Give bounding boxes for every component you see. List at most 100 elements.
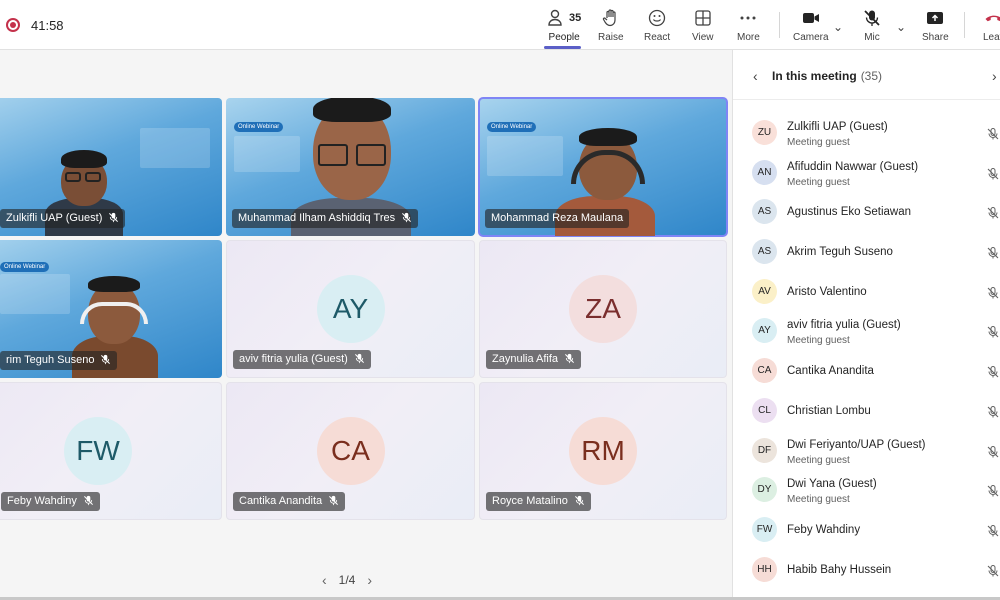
meeting-timer: 41:58	[31, 18, 64, 33]
avatar-tile[interactable]: AY aviv fitria yulia (Guest)	[226, 240, 475, 378]
video-tile[interactable]: Online Webinar Muhammad Ilham Ashiddiq T…	[226, 98, 475, 236]
video-tile[interactable]: Online Webinar rim Teguh Suseno	[0, 240, 222, 378]
avatar-tile[interactable]: CA Cantika Anandita	[226, 382, 475, 520]
participant-nametag: Zulkifli UAP (Guest)	[0, 209, 126, 228]
participant-nametag: aviv fitria yulia (Guest)	[233, 350, 371, 369]
mic-off-icon	[354, 353, 364, 364]
mic-off-icon	[986, 167, 1000, 181]
mic-off-icon	[986, 206, 1000, 220]
participants-panel: ‹ In this meeting (35) › ZU Zulkifli UAP (…	[732, 50, 1000, 600]
participant-list-item[interactable]: AS Akrim Teguh Suseno	[733, 233, 1000, 273]
mic-off-icon	[101, 354, 111, 365]
participant-list-item[interactable]: DY Dwi Yana (Guest) Meeting guest	[733, 471, 1000, 511]
video-tile[interactable]: Zulkifli UAP (Guest)	[0, 98, 222, 236]
mic-button[interactable]: Mic	[862, 8, 882, 46]
avatar-tile[interactable]: FW Feby Wahdiny	[0, 382, 222, 520]
mic-off-icon	[986, 445, 1000, 459]
camera-label: Camera	[793, 32, 829, 43]
avatar: AY	[316, 275, 385, 343]
participant-name: Agustinus Eko Setiawan	[787, 206, 912, 219]
view-button[interactable]: View	[692, 8, 714, 46]
hang-up-icon	[985, 15, 1000, 22]
page-indicator: 1/4	[338, 573, 356, 587]
mic-off-icon	[109, 212, 119, 223]
forward-chevron-right-icon[interactable]: ›	[992, 68, 997, 84]
people-tab-indicator	[544, 46, 581, 49]
participant-name: Muhammad Ilham Ashiddiq Tres	[238, 212, 396, 224]
avatar-tile[interactable]: RM Royce Matalino	[479, 382, 727, 520]
participant-nametag: Mohammad Reza Maulana	[485, 209, 630, 228]
previous-page-chevron-left-icon[interactable]: ‹	[322, 572, 327, 588]
slide-badge: Online Webinar	[0, 262, 50, 272]
avatar-tile[interactable]: ZA Zaynulia Afifa	[479, 240, 727, 378]
participant-name: Feby Wahdiny	[7, 495, 77, 507]
participant-list-item[interactable]: CL Christian Lombu	[733, 392, 1000, 432]
participant-name: rim Teguh Suseno	[6, 354, 95, 366]
participant-list-item[interactable]: FW Feby Wahdiny	[733, 511, 1000, 551]
participant-name: Dwi Feriyanto/UAP (Guest)	[787, 438, 926, 451]
panel-participant-count: (35)	[860, 69, 883, 83]
participant-name: Cantika Anandita	[239, 495, 323, 507]
camera-options-chevron-down-icon[interactable]: ⌄	[833, 20, 843, 34]
participant-list-item[interactable]: AV Aristo Valentino	[733, 273, 1000, 313]
participant-nametag: Zaynulia Afifa	[486, 350, 582, 369]
mic-off-icon	[402, 212, 412, 223]
grid-view-icon	[695, 10, 711, 26]
participant-name: Feby Wahdiny	[787, 523, 861, 536]
hand-icon	[602, 9, 616, 27]
participant-list-item[interactable]: DF Dwi Feriyanto/UAP (Guest) Meeting guest	[733, 432, 1000, 472]
participant-role: Meeting guest	[787, 137, 850, 148]
slide-text-block	[234, 136, 300, 172]
participant-name: Cantika Anandita	[787, 365, 874, 378]
participant-role: Meeting guest	[787, 454, 850, 466]
participant-name: Afifuddin Nawwar (Guest)	[787, 160, 919, 173]
raise-hand-button[interactable]: Raise	[598, 8, 624, 46]
participant-name: Aristo Valentino	[787, 285, 867, 298]
leave-button[interactable]: Leave	[980, 8, 1000, 46]
participant-list-item[interactable]: CA Cantika Anandita	[733, 352, 1000, 392]
participant-list-item[interactable]: ZU Zulkifli UAP (Guest) Meeting guest	[733, 114, 1000, 154]
slide-text-block	[140, 128, 210, 168]
next-page-chevron-right-icon[interactable]: ›	[367, 572, 372, 588]
more-button[interactable]: More	[737, 8, 760, 46]
people-icon	[548, 9, 562, 26]
avatar: CA	[316, 417, 385, 485]
participant-role: Meeting guest	[787, 494, 850, 506]
participant-nametag: Cantika Anandita	[233, 492, 346, 511]
mic-off-icon	[864, 10, 880, 26]
mic-options-chevron-down-icon[interactable]: ⌄	[896, 20, 906, 34]
people-count: 35	[569, 12, 582, 24]
camera-button[interactable]: Camera	[793, 8, 829, 46]
back-chevron-left-icon[interactable]: ‹	[753, 68, 758, 84]
participant-list-item[interactable]: AN Afifuddin Nawwar (Guest) Meeting guest	[733, 154, 1000, 194]
avatar: ZU	[752, 120, 777, 145]
leave-label: Leave	[983, 32, 1000, 43]
video-tile-active-speaker[interactable]: Online Webinar Mohammad Reza Maulana	[478, 97, 728, 237]
slide-text-block	[487, 136, 563, 176]
participant-nametag: Feby Wahdiny	[1, 492, 100, 511]
participant-name: Zaynulia Afifa	[492, 353, 559, 365]
participant-list-item[interactable]: HH Habib Bahy Hussein	[733, 551, 1000, 591]
slide-badge: Online Webinar	[487, 122, 537, 132]
mic-off-icon	[986, 365, 1000, 379]
more-icon	[740, 16, 756, 20]
participant-list-item[interactable]: AY aviv fitria yulia (Guest) Meeting guest	[733, 312, 1000, 352]
participant-name: Habib Bahy Hussein	[787, 563, 892, 576]
participant-list-item[interactable]: AS Agustinus Eko Setiawan	[733, 193, 1000, 233]
participant-name: Zulkifli UAP (Guest)	[6, 212, 103, 224]
smiley-icon	[648, 9, 666, 27]
meeting-toolbar: 41:58 35 People Raise React View More Ca…	[0, 0, 1000, 50]
slide-text-block	[0, 274, 70, 314]
participant-nametag: Muhammad Ilham Ashiddiq Tres	[232, 209, 419, 228]
avatar: AS	[752, 199, 777, 225]
avatar: ZA	[569, 275, 637, 343]
people-button[interactable]: 35 People	[547, 8, 581, 46]
share-button[interactable]: Share	[922, 8, 949, 46]
react-button[interactable]: React	[644, 8, 670, 46]
participant-list: ZU Zulkifli UAP (Guest) Meeting guest AN Afi…	[733, 114, 1000, 590]
raise-label: Raise	[598, 32, 624, 43]
toolbar-divider	[964, 12, 965, 38]
mic-off-icon	[83, 495, 93, 506]
avatar: RM	[569, 417, 637, 485]
mic-off-icon	[986, 405, 1000, 419]
